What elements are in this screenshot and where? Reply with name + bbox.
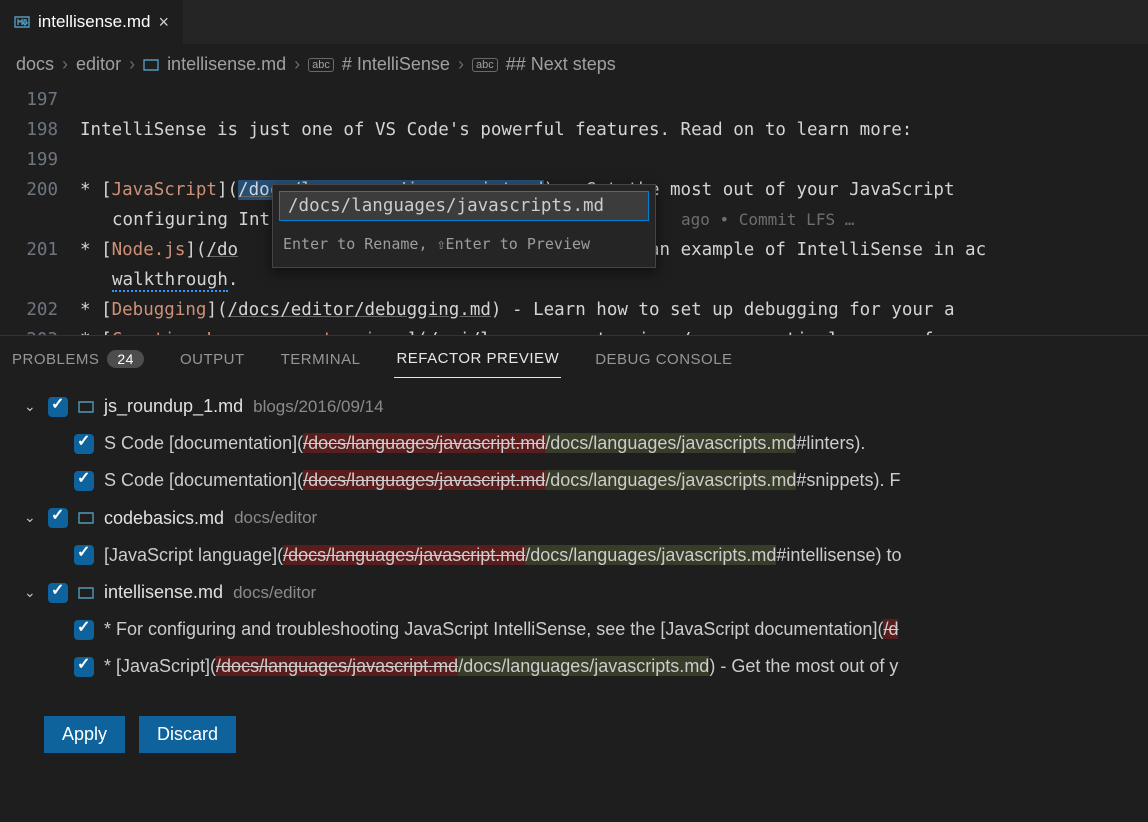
breadcrumb-item[interactable]: docs xyxy=(16,54,54,75)
refactor-change-row[interactable]: * For configuring and troubleshooting Ja… xyxy=(0,611,1148,648)
symbol-string-icon: abc xyxy=(308,58,334,72)
file-name: js_roundup_1.md xyxy=(104,394,243,419)
panel-tab-bar: PROBLEMS 24 OUTPUT TERMINAL REFACTOR PRE… xyxy=(0,336,1148,378)
file-path: docs/editor xyxy=(234,506,317,530)
refactor-change-row[interactable]: S Code [documentation](/docs/languages/j… xyxy=(0,462,1148,499)
refactor-file-group[interactable]: ⌄ intellisense.md docs/editor xyxy=(0,574,1148,611)
file-checkbox[interactable] xyxy=(48,583,68,603)
editor-tab-intellisense[interactable]: intellisense.md × xyxy=(0,0,184,44)
code-text: IntelliSense is just one of VS Code's po… xyxy=(80,115,912,145)
refactor-change-row[interactable]: S Code [documentation](/docs/languages/j… xyxy=(0,425,1148,462)
file-name: codebasics.md xyxy=(104,506,224,531)
line-number: 200 xyxy=(0,175,80,205)
chevron-right-icon: › xyxy=(458,54,464,75)
file-name: intellisense.md xyxy=(104,580,223,605)
change-checkbox[interactable] xyxy=(74,434,94,454)
refactor-change-row[interactable]: * [JavaScript](/docs/languages/javascrip… xyxy=(0,648,1148,685)
bottom-panel: PROBLEMS 24 OUTPUT TERMINAL REFACTOR PRE… xyxy=(0,335,1148,771)
line-number: 198 xyxy=(0,115,80,145)
tab-bar: intellisense.md × xyxy=(0,0,1148,44)
chevron-right-icon: › xyxy=(62,54,68,75)
line-number: 201 xyxy=(0,235,80,265)
tab-refactor-preview[interactable]: REFACTOR PREVIEW xyxy=(394,344,561,378)
refactor-file-group[interactable]: ⌄ js_roundup_1.md blogs/2016/09/14 xyxy=(0,388,1148,425)
rename-hint: Enter to Rename, ⇧Enter to Preview xyxy=(273,227,655,267)
tab-title: intellisense.md xyxy=(38,12,150,32)
refactor-preview-tree[interactable]: ⌄ js_roundup_1.md blogs/2016/09/14 S Code [… xyxy=(0,378,1148,702)
refactor-change-row[interactable]: [JavaScript language](/docs/languages/ja… xyxy=(0,537,1148,574)
refactor-actions: Apply Discard xyxy=(0,702,1148,771)
markdown-file-icon xyxy=(78,509,94,527)
tab-problems[interactable]: PROBLEMS 24 xyxy=(10,344,146,378)
tab-debug-console[interactable]: DEBUG CONSOLE xyxy=(593,345,734,378)
refactor-file-group[interactable]: ⌄ codebasics.md docs/editor xyxy=(0,500,1148,537)
file-checkbox[interactable] xyxy=(48,397,68,417)
code-text: * [Debugging](/docs/editor/debugging.md)… xyxy=(80,295,955,325)
file-checkbox[interactable] xyxy=(48,508,68,528)
line-number: 202 xyxy=(0,295,80,325)
change-checkbox[interactable] xyxy=(74,657,94,677)
markdown-file-icon xyxy=(78,584,94,602)
line-number: 197 xyxy=(0,85,80,115)
symbol-string-icon: abc xyxy=(472,58,498,72)
rename-input[interactable] xyxy=(279,191,649,221)
line-number: 199 xyxy=(0,145,80,175)
rename-widget: Enter to Rename, ⇧Enter to Preview xyxy=(272,184,656,268)
apply-button[interactable]: Apply xyxy=(44,716,125,753)
problems-count-badge: 24 xyxy=(107,350,144,368)
chevron-down-icon: ⌄ xyxy=(24,583,38,603)
markdown-file-icon xyxy=(78,398,94,416)
tab-output[interactable]: OUTPUT xyxy=(178,345,247,378)
tab-terminal[interactable]: TERMINAL xyxy=(279,345,363,378)
chevron-right-icon: › xyxy=(129,54,135,75)
breadcrumb[interactable]: docs › editor › intellisense.md › abc # … xyxy=(0,44,1148,85)
code-text: * [Creating Language extensions](/api/la… xyxy=(80,325,955,335)
breadcrumb-item[interactable]: ## Next steps xyxy=(506,54,616,75)
code-text: walkthrough. xyxy=(112,265,238,295)
file-path: docs/editor xyxy=(233,581,316,605)
chevron-down-icon: ⌄ xyxy=(24,508,38,528)
line-number: 203 xyxy=(0,325,80,335)
change-checkbox[interactable] xyxy=(74,471,94,491)
markdown-file-icon xyxy=(143,56,159,74)
discard-button[interactable]: Discard xyxy=(139,716,236,753)
file-path: blogs/2016/09/14 xyxy=(253,395,383,419)
breadcrumb-item[interactable]: # IntelliSense xyxy=(342,54,450,75)
change-checkbox[interactable] xyxy=(74,545,94,565)
chevron-right-icon: › xyxy=(294,54,300,75)
change-checkbox[interactable] xyxy=(74,620,94,640)
markdown-file-icon xyxy=(14,13,30,31)
breadcrumb-item[interactable]: editor xyxy=(76,54,121,75)
close-icon[interactable]: × xyxy=(158,12,169,33)
code-editor[interactable]: 197 198IntelliSense is just one of VS Co… xyxy=(0,85,1148,335)
breadcrumb-item[interactable]: intellisense.md xyxy=(167,54,286,75)
chevron-down-icon: ⌄ xyxy=(24,397,38,417)
